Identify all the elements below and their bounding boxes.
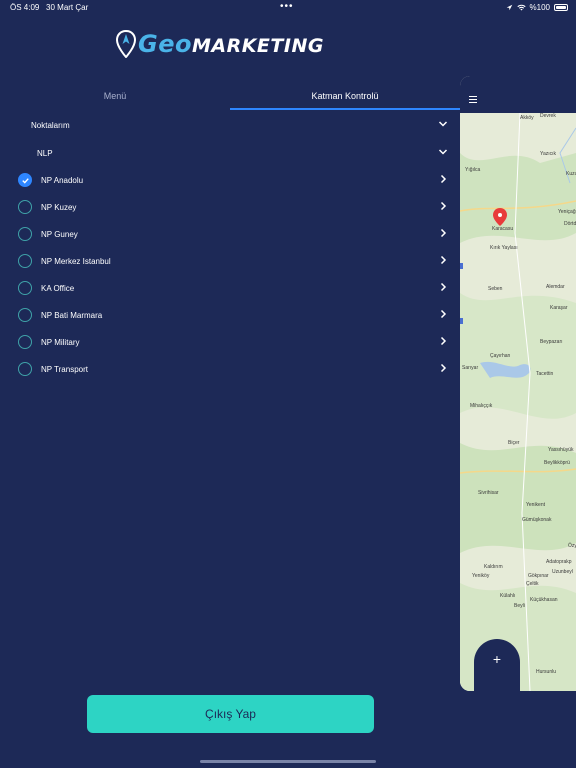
status-bar: ÖS 4:09 30 Mart Çar ••• %100 [0,0,576,16]
layer-label: NP Guney [41,230,78,239]
map-town-label: Küçükhasan [530,597,558,603]
map-town-label: Gümüşkonak [522,517,552,523]
status-time: ÖS 4:09 30 Mart Çar [10,3,88,12]
tab-menu[interactable]: Menü [0,84,230,110]
map-town-label: Uzunbeyl [552,569,573,575]
map-town-label: Çeltik [526,581,539,587]
group-points-label: Noktalarım [31,121,70,130]
layer-row[interactable]: NP Bati Marmara [0,302,460,329]
layer-row[interactable]: NP Guney [0,221,460,248]
unchecked-circle-icon[interactable] [18,227,32,241]
map-town-label: Beylikköprü [544,460,570,466]
chevron-right-icon [440,282,447,292]
layer-label: KA Office [41,284,75,293]
map-town-label: Yazıcık [540,151,557,157]
chevron-down-icon [438,121,448,127]
map-header [460,76,576,113]
map-town-label: Özyu [568,543,576,549]
map-town-label: Sarıyar [462,365,479,371]
logout-button[interactable]: Çıkış Yap [87,695,374,733]
layer-label: NP Military [41,338,80,347]
map-town-label: Kaldırım [484,564,503,570]
checked-circle-icon[interactable] [18,173,32,187]
unchecked-circle-icon[interactable] [18,200,32,214]
unchecked-circle-icon[interactable] [18,281,32,295]
layer-label: NP Anadolu [41,176,84,185]
chevron-right-icon [440,255,447,265]
battery-percent: %100 [529,3,550,12]
wifi-icon [516,4,526,11]
map-town-label: Sivrihisar [478,490,499,496]
logo-geo: Geo [138,30,192,58]
chevron-down-icon [438,149,448,155]
chevron-right-icon [440,336,447,346]
zoom-in-button[interactable]: + [474,639,520,679]
chevron-right-icon [440,309,447,319]
map-town-label: Beypazarı [540,339,563,345]
map-town-label: Külahlı [500,593,516,599]
layer-label: NP Transport [41,365,88,374]
map-town-label: Karaşar [550,305,568,311]
chevron-right-icon [440,174,447,184]
map-town-label: Yığılca [465,167,481,173]
map-pin-logo-icon [116,30,136,58]
map-town-label: Yenikent [526,502,545,508]
layer-row[interactable]: KA Office [0,275,460,302]
status-indicators: %100 [506,3,568,12]
location-icon [506,4,512,11]
chevron-right-icon [440,201,447,211]
layer-label: NP Bati Marmara [41,311,103,320]
time-text: ÖS 4:09 [10,3,40,12]
unchecked-circle-icon[interactable] [18,254,32,268]
tab-bar: Menü Katman Kontrolü [0,84,460,110]
layer-row[interactable]: NP Transport [0,356,460,383]
tab-layer-control[interactable]: Katman Kontrolü [230,84,460,110]
logo-wordmark: Geomarketing [138,30,324,58]
map-town-label: Adatoprakp [546,559,572,565]
app-logo: Geomarketing [116,28,324,60]
map-view[interactable]: Akköy Devrek Yazıcık Yığılca Kuzu Yeniçağ Dört… [460,113,576,691]
group-nlp[interactable]: NLP [0,140,460,167]
map-town-label: Tacettin [536,371,554,377]
layer-label: NP Merkez Istanbul [41,257,111,266]
map-town-label: Yassıhüyük [548,447,574,453]
map-town-label: Karacasu [492,226,514,232]
map-town-label: Seben [488,286,503,292]
map-town-label: Gökpınar [528,573,549,579]
map-town-label: Mihalıççık [470,403,493,409]
map-town-label: Hursunlu [536,669,557,675]
layer-row[interactable]: NP Kuzey [0,194,460,221]
layer-row[interactable]: NP Anadolu [0,167,460,194]
multitask-dots-icon[interactable]: ••• [280,1,294,12]
map-town-label: Yeniköy [472,573,490,579]
group-points[interactable]: Noktalarım [0,112,460,139]
home-indicator [200,760,376,763]
layer-row[interactable]: NP Merkez Istanbul [0,248,460,275]
map-town-label: Dörtdiv [564,221,576,227]
map-town-label: Akköy [520,115,534,121]
date-text: 30 Mart Çar [46,3,89,12]
map-town-label: Alemdar [546,284,565,290]
chevron-right-icon [440,228,447,238]
hamburger-menu-icon[interactable] [469,96,477,103]
map-town-label: Kırık Yaylası [490,245,518,251]
unchecked-circle-icon[interactable] [18,362,32,376]
map-town-label: Beyli [514,603,525,609]
logo-rest: marketing [191,35,324,57]
chevron-right-icon [440,363,447,373]
zoom-control: + − [474,639,520,691]
layer-row[interactable]: NP Military [0,329,460,356]
map-town-label: Kuzu [566,171,576,177]
map-town-label: Biçer [508,440,520,446]
unchecked-circle-icon[interactable] [18,308,32,322]
battery-icon [554,4,568,11]
map-town-label: Yeniçağ [558,209,576,215]
map-panel[interactable]: Akköy Devrek Yazıcık Yığılca Kuzu Yeniçağ Dört… [460,76,576,691]
unchecked-circle-icon[interactable] [18,335,32,349]
map-town-label: Devrek [540,113,556,119]
zoom-out-button[interactable]: − [474,679,520,691]
map-town-label: Çayırhan [490,353,511,359]
group-nlp-label: NLP [37,149,53,158]
layer-label: NP Kuzey [41,203,77,212]
